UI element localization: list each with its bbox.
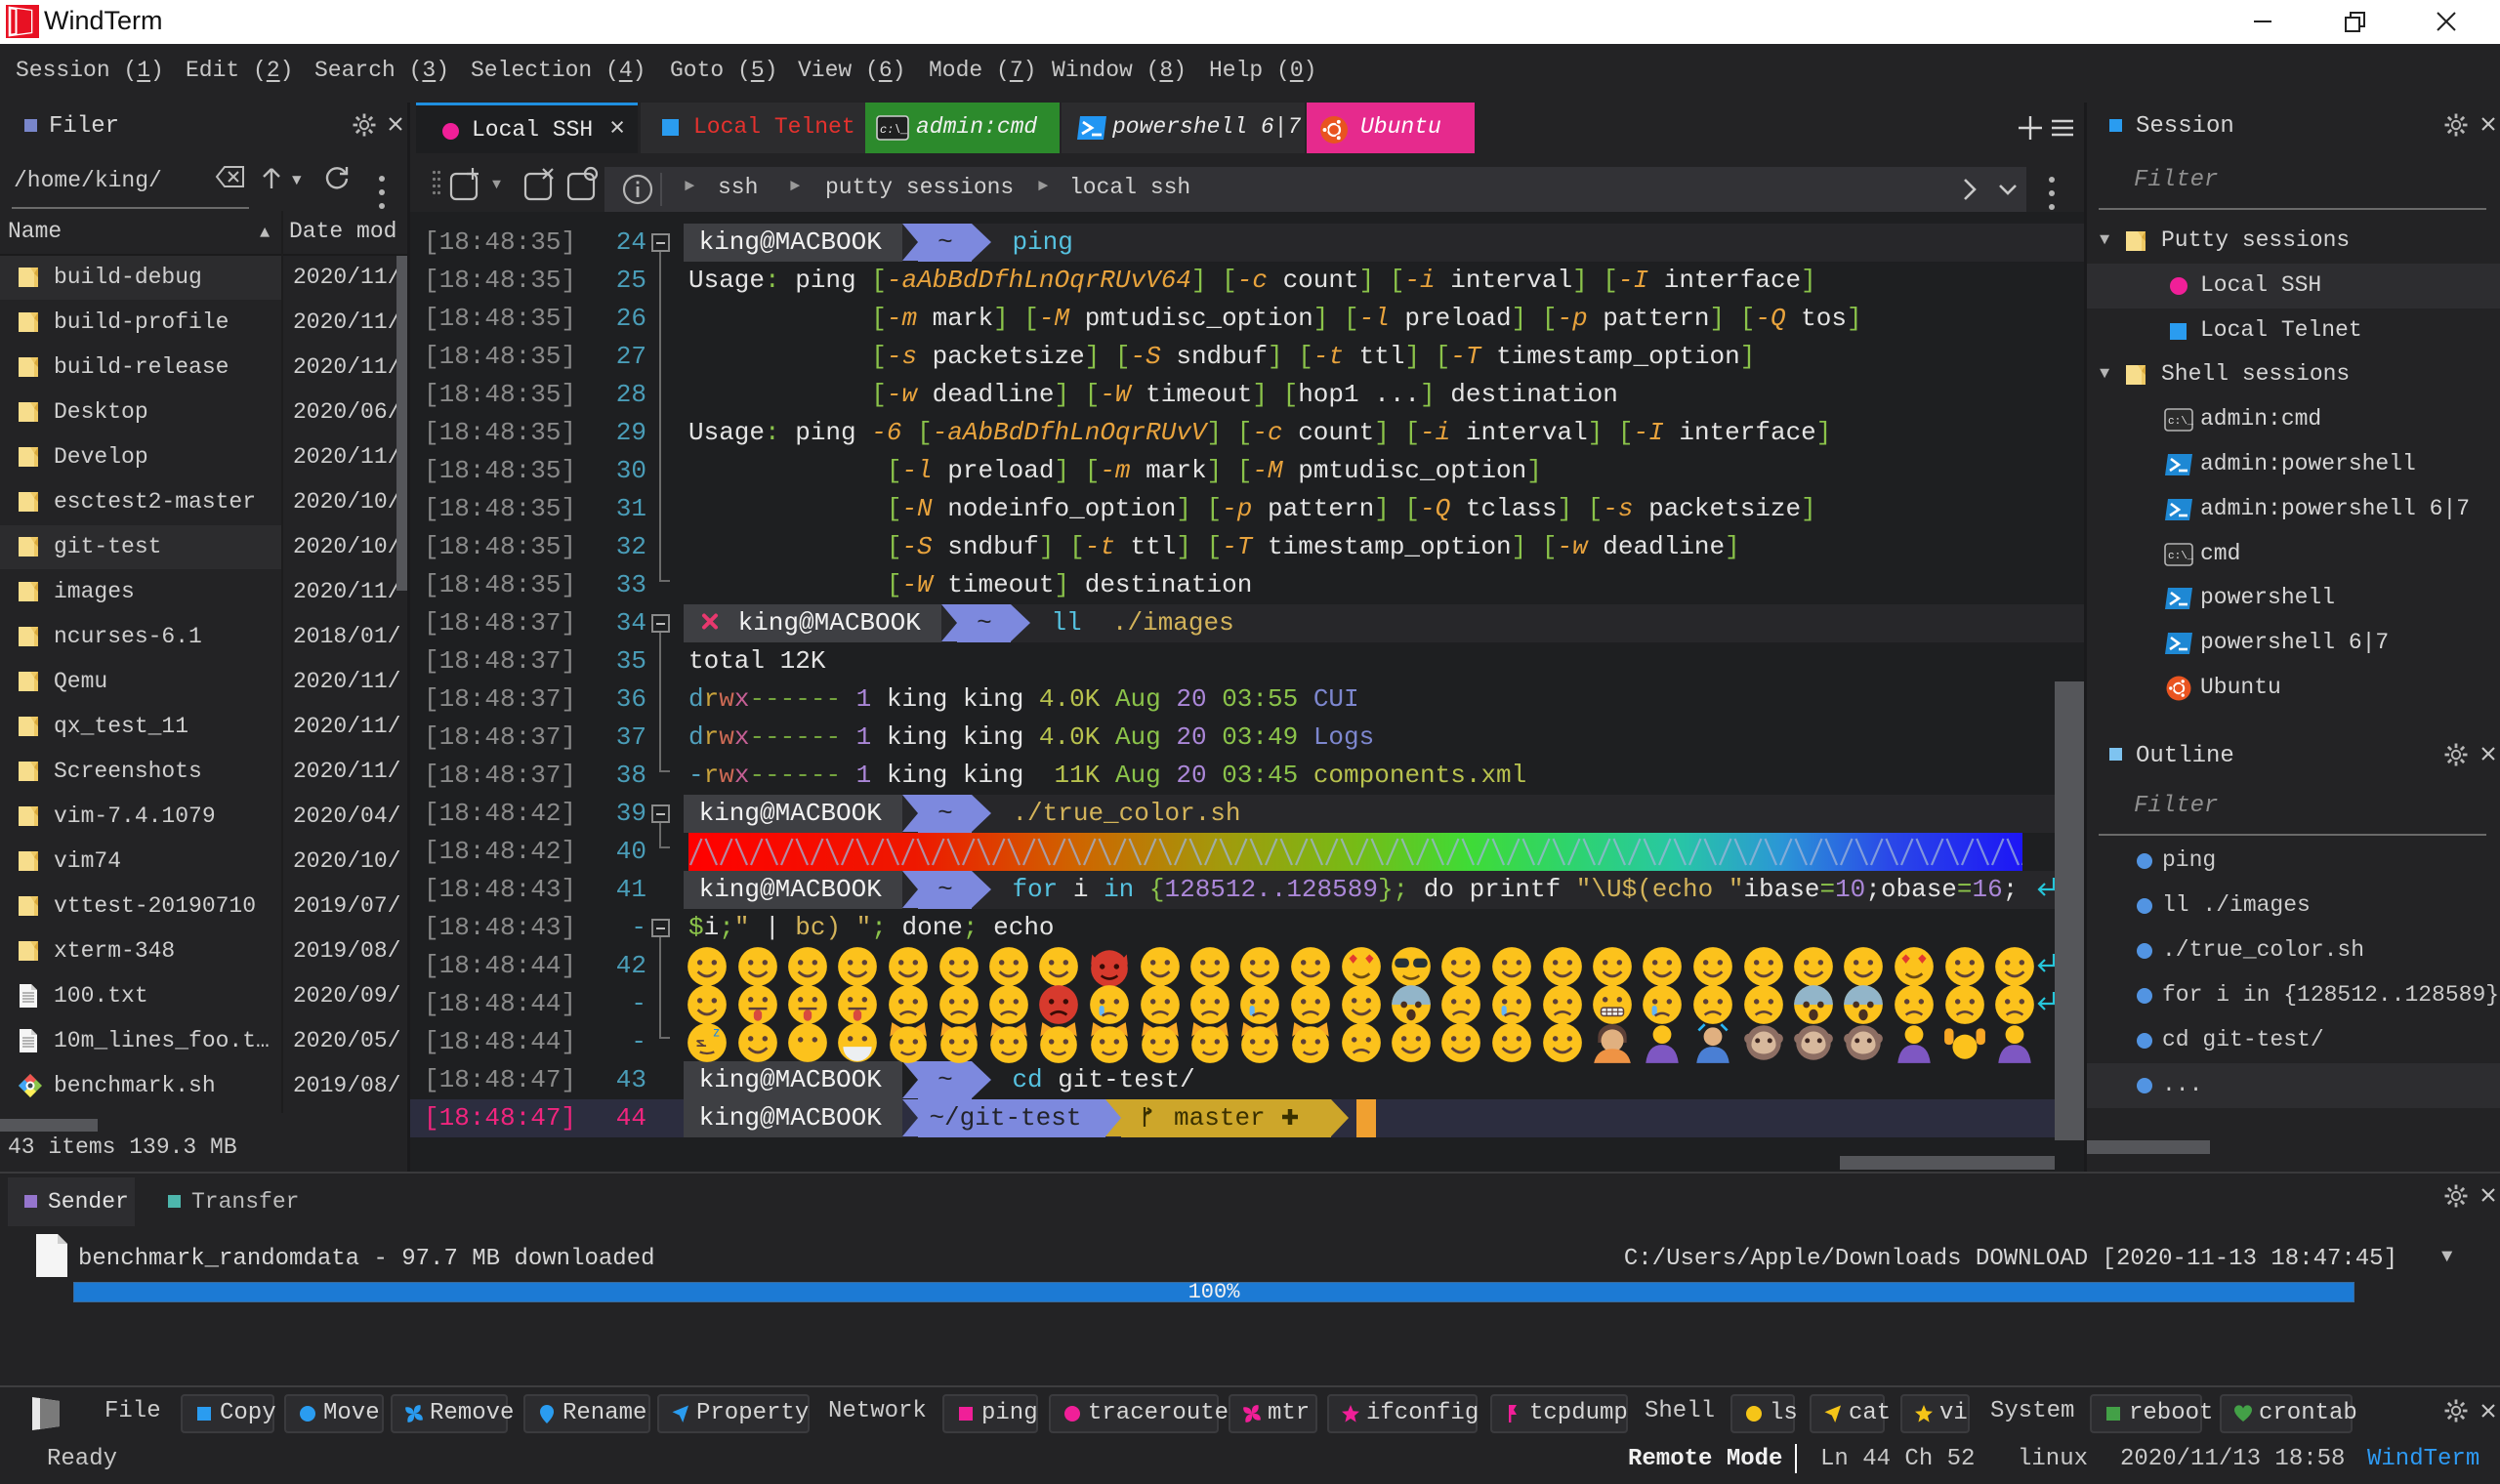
svg-text:c:\_: c:\_ <box>2168 416 2193 428</box>
svg-text:c:\_: c:\_ <box>880 123 908 137</box>
svg-text:c:\_: c:\_ <box>2168 551 2193 562</box>
svg-text:z: z <box>713 1025 720 1040</box>
